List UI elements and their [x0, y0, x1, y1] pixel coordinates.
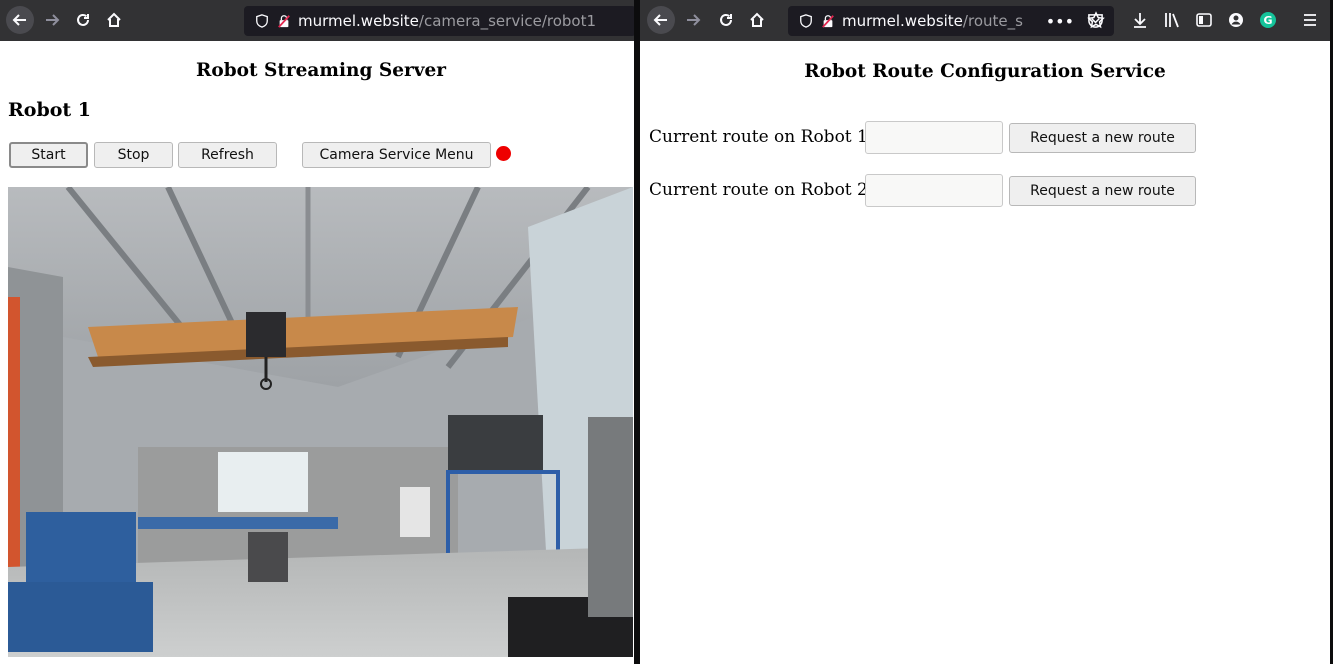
insecure-lock-icon: [276, 13, 292, 29]
refresh-button[interactable]: Refresh: [178, 142, 277, 168]
camera-page: Robot Streaming Server Robot 1 Start Sto…: [0, 41, 634, 664]
robot-heading: Robot 1: [8, 99, 92, 121]
camera-service-menu-button[interactable]: Camera Service Menu: [302, 142, 491, 168]
back-icon[interactable]: [6, 6, 34, 34]
url-path: /camera_service/robot1: [418, 12, 597, 30]
svg-text:G: G: [1263, 14, 1272, 27]
forward-icon[interactable]: [679, 6, 707, 34]
home-icon[interactable]: [743, 6, 771, 34]
request-route-button-robot-1[interactable]: Request a new route: [1009, 123, 1196, 153]
shield-icon: [254, 13, 270, 29]
url-bar[interactable]: murmel.website/route_s •••: [788, 6, 1114, 36]
reload-icon[interactable]: [69, 6, 97, 34]
route-label-robot-2: Current route on Robot 2:: [649, 180, 874, 200]
status-indicator: [496, 146, 511, 161]
sidebar-icon[interactable]: [1190, 6, 1218, 34]
menu-icon[interactable]: [1296, 6, 1324, 34]
url-path: /route_s: [962, 12, 1023, 30]
shield-icon: [798, 13, 814, 29]
browser-window-camera: murmel.website/camera_service/robot1 Rob…: [0, 0, 634, 664]
insecure-lock-icon: [820, 13, 836, 29]
home-icon[interactable]: [100, 6, 128, 34]
page-title: Robot Streaming Server: [196, 60, 446, 81]
forward-icon[interactable]: [38, 6, 66, 34]
request-route-button-robot-2[interactable]: Request a new route: [1009, 176, 1196, 206]
stop-button[interactable]: Stop: [94, 142, 173, 168]
grammarly-icon[interactable]: G: [1254, 6, 1282, 34]
back-icon[interactable]: [647, 6, 675, 34]
route-field-robot-1[interactable]: [865, 121, 1003, 154]
download-icon[interactable]: [1126, 6, 1154, 34]
route-label-robot-1: Current route on Robot 1:: [649, 127, 874, 147]
page-title: Robot Route Configuration Service: [804, 61, 1166, 82]
account-icon[interactable]: [1222, 6, 1250, 34]
reload-icon[interactable]: [712, 6, 740, 34]
more-actions-icon[interactable]: •••: [1046, 12, 1074, 31]
start-button[interactable]: Start: [9, 142, 88, 168]
route-field-robot-2[interactable]: [865, 174, 1003, 207]
browser-toolbar: murmel.website/route_s ••• G: [640, 0, 1330, 41]
url-host: murmel.website: [298, 12, 419, 30]
url-bar[interactable]: murmel.website/camera_service/robot1: [244, 6, 634, 36]
browser-toolbar: murmel.website/camera_service/robot1: [0, 0, 634, 41]
url-host: murmel.website: [842, 12, 963, 30]
browser-window-route: murmel.website/route_s ••• G Robot Route…: [640, 0, 1330, 664]
library-icon[interactable]: [1158, 6, 1186, 34]
route-page: Robot Route Configuration Service Curren…: [640, 41, 1330, 664]
bookmark-star-icon[interactable]: [1082, 6, 1110, 34]
camera-stream-image: [8, 187, 633, 657]
